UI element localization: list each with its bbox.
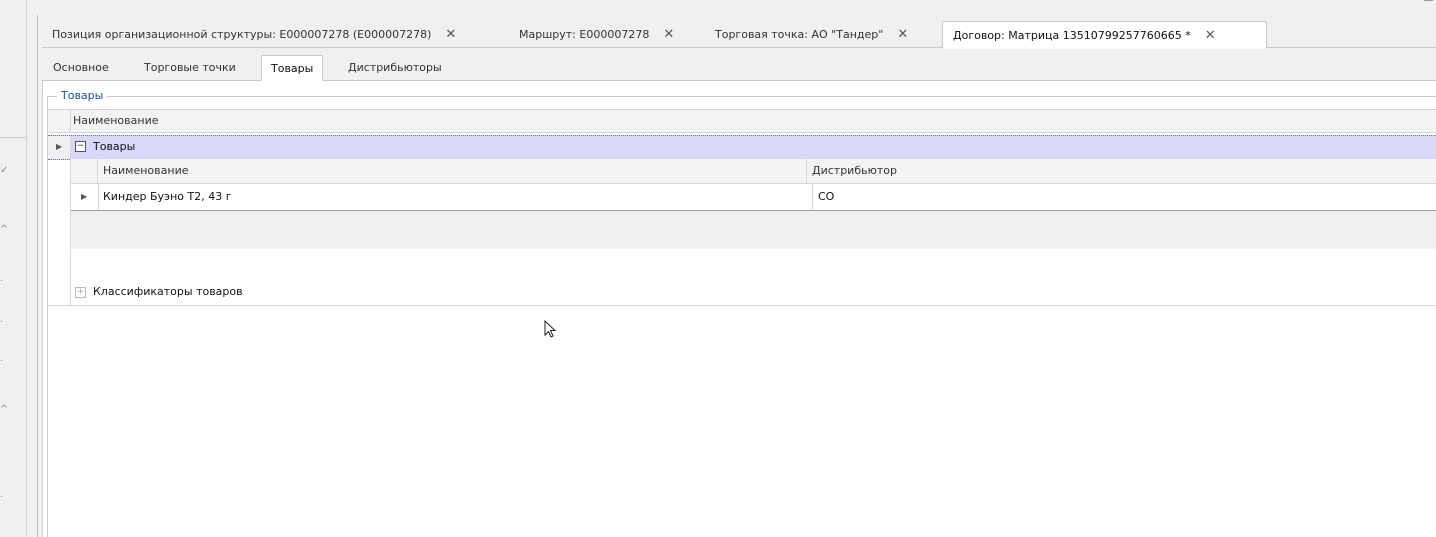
collapse-chevron-icon[interactable]: ✓ bbox=[0, 166, 8, 176]
header-indicator-cell bbox=[48, 110, 71, 132]
group-caption: Товары bbox=[57, 89, 108, 102]
tab-label: Договор: Матрица 13510799257760665 * bbox=[953, 28, 1191, 42]
tab-contract-matrix[interactable]: Договор: Матрица 13510799257760665 * ✕ bbox=[942, 21, 1267, 49]
tab-trade-points[interactable]: Торговые точки bbox=[135, 55, 245, 79]
pin-icon[interactable]: · bbox=[0, 318, 3, 328]
pin-icon[interactable]: · bbox=[0, 357, 3, 367]
chevron-up-icon[interactable]: ^ bbox=[0, 405, 8, 415]
tab-products[interactable]: Товары bbox=[261, 55, 324, 81]
detail-header: Наименование Дистрибьютор bbox=[97, 159, 1436, 184]
group-border bbox=[47, 96, 1436, 97]
column-header-distributor[interactable]: Дистрибьютор bbox=[812, 164, 897, 177]
row-indicator: ▶ bbox=[48, 136, 71, 159]
document-tab-strip: Позиция организационной структуры: E0000… bbox=[42, 21, 1436, 49]
column-header-name[interactable]: Наименование bbox=[73, 114, 158, 127]
detail-grid: Наименование Дистрибьютор ▶ Киндер Буэно… bbox=[70, 159, 1436, 280]
tab-main[interactable]: Основное bbox=[44, 55, 118, 79]
tab-label: Торговая точка: АО "Тандер" bbox=[715, 27, 884, 41]
column-divider[interactable] bbox=[806, 159, 807, 183]
tab-content-area: Товары Наименование ▶ − Товары Наименова… bbox=[42, 81, 1436, 537]
column-header-name[interactable]: Наименование bbox=[103, 164, 188, 177]
row-arrow-icon: ▶ bbox=[81, 192, 88, 201]
pin-icon[interactable]: · bbox=[0, 277, 3, 287]
left-side-panel: ✓ ^ · · · ^ · bbox=[0, 0, 27, 537]
cell-distributor[interactable]: СО bbox=[812, 184, 834, 210]
pin-icon[interactable]: · bbox=[0, 493, 3, 503]
detail-header-indicator bbox=[71, 159, 97, 184]
row-indicator bbox=[48, 279, 71, 305]
minimize-mark[interactable] bbox=[1424, 0, 1433, 1]
group-row-products[interactable]: ▶ − Товары bbox=[48, 135, 1436, 160]
tab-org-structure-position[interactable]: Позиция организационной структуры: E0000… bbox=[42, 21, 456, 47]
collapse-minus-icon[interactable]: − bbox=[75, 141, 86, 152]
tab-label: Позиция организационной структуры: E0000… bbox=[52, 27, 432, 41]
grid-header: Наименование bbox=[48, 109, 1436, 133]
group-row-classifiers[interactable]: + Классификаторы товаров bbox=[48, 279, 1436, 306]
close-icon[interactable]: ✕ bbox=[663, 27, 674, 42]
left-panel-separator bbox=[0, 137, 26, 138]
group-row-label: Классификаторы товаров bbox=[93, 285, 243, 298]
close-icon[interactable]: ✕ bbox=[1205, 28, 1216, 43]
inner-tab-strip: Основное Торговые точки Товары Дистрибью… bbox=[42, 55, 1436, 81]
expand-plus-icon[interactable]: + bbox=[75, 287, 86, 298]
mouse-cursor-icon bbox=[544, 320, 557, 338]
group-border-left bbox=[47, 96, 48, 537]
row-indicator: ▶ bbox=[71, 184, 97, 210]
tab-route[interactable]: Маршрут: E000007278 ✕ bbox=[509, 21, 674, 47]
panel-divider bbox=[37, 15, 38, 537]
tab-label: Маршрут: E000007278 bbox=[519, 27, 650, 41]
detail-empty-area bbox=[71, 211, 1436, 249]
tab-trade-point[interactable]: Торговая точка: АО "Тандер" ✕ bbox=[705, 21, 908, 47]
tab-distributors[interactable]: Дистрибьюторы bbox=[339, 55, 451, 79]
row-arrow-icon: ▶ bbox=[56, 142, 63, 151]
close-icon[interactable]: ✕ bbox=[445, 27, 456, 42]
group-row-label: Товары bbox=[93, 140, 136, 153]
cell-product-name[interactable]: Киндер Буэно Т2, 43 г bbox=[98, 184, 232, 210]
table-row[interactable]: ▶ Киндер Буэно Т2, 43 г СО bbox=[71, 184, 1436, 211]
chevron-up-icon[interactable]: ^ bbox=[0, 225, 8, 235]
close-icon[interactable]: ✕ bbox=[897, 27, 908, 42]
